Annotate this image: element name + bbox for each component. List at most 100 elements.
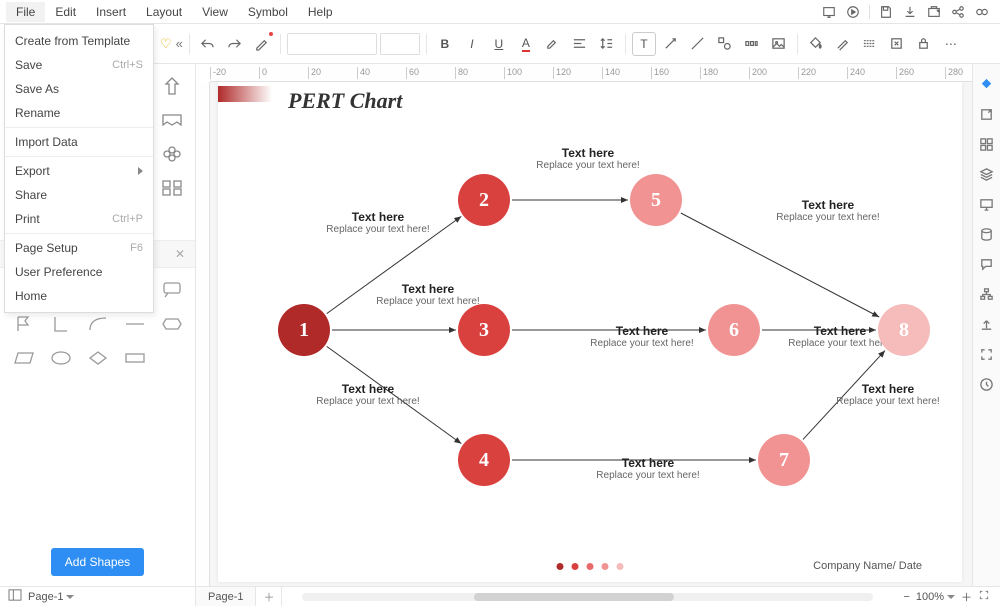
edge-label[interactable]: Text hereReplace your text here!: [758, 198, 898, 223]
distribute-button[interactable]: [740, 32, 764, 56]
chat-icon[interactable]: [977, 254, 997, 274]
pert-flag[interactable]: [8, 310, 39, 338]
play-icon[interactable]: [841, 2, 865, 22]
favorite-icon[interactable]: ♡: [160, 36, 172, 52]
file-save-as[interactable]: Save As: [5, 77, 153, 101]
upload-icon[interactable]: [977, 314, 997, 334]
pert-hex[interactable]: [156, 310, 187, 338]
image-button[interactable]: [767, 32, 791, 56]
pert-para[interactable]: [8, 344, 39, 372]
collapse-left-icon[interactable]: «: [176, 36, 183, 51]
file-home[interactable]: Home: [5, 284, 153, 308]
page-footer-text[interactable]: Company Name/ Date: [813, 560, 922, 572]
menu-file[interactable]: File: [6, 2, 45, 22]
file-create-from-template[interactable]: Create from Template: [5, 29, 153, 53]
edge-label[interactable]: Text hereReplace your text here!: [518, 146, 658, 171]
pert-rect[interactable]: [119, 344, 150, 372]
page-tab-1[interactable]: Page-1: [196, 587, 256, 606]
highlight-button[interactable]: [541, 32, 565, 56]
menu-symbol[interactable]: Symbol: [238, 2, 298, 22]
file-share[interactable]: Share: [5, 183, 153, 207]
font-size-input[interactable]: [380, 33, 420, 55]
pert-node-4[interactable]: 4: [458, 434, 510, 486]
lock-button[interactable]: [912, 32, 936, 56]
edge-label[interactable]: Text hereReplace your text here!: [572, 324, 712, 349]
shapes-button[interactable]: [713, 32, 737, 56]
align-button[interactable]: [568, 32, 592, 56]
fullscreen-icon[interactable]: [978, 589, 990, 604]
edge-label[interactable]: Text hereReplace your text here!: [578, 456, 718, 481]
pert-node-6[interactable]: 6: [708, 304, 760, 356]
more-button[interactable]: ⋯: [939, 32, 963, 56]
layers-icon[interactable]: [977, 164, 997, 184]
fill-color-button[interactable]: [804, 32, 828, 56]
org-icon[interactable]: [977, 284, 997, 304]
edge-label[interactable]: Text hereReplace your text here!: [298, 382, 438, 407]
edge-label[interactable]: Text hereReplace your text here!: [358, 282, 498, 307]
line-button[interactable]: [686, 32, 710, 56]
page-layout-icon[interactable]: [8, 589, 22, 604]
file-print[interactable]: PrintCtrl+P: [5, 207, 153, 231]
share-icon[interactable]: [946, 2, 970, 22]
redo-button[interactable]: [223, 32, 247, 56]
file-user-preference[interactable]: User Preference: [5, 260, 153, 284]
pert-node-2[interactable]: 2: [458, 174, 510, 226]
history-icon[interactable]: [977, 374, 997, 394]
pert-panel-close[interactable]: ✕: [175, 247, 185, 261]
horizontal-scrollbar[interactable]: [302, 593, 873, 601]
presentation-icon[interactable]: [817, 2, 841, 22]
pert-node-8[interactable]: 8: [878, 304, 930, 356]
pert-node-5[interactable]: 5: [630, 174, 682, 226]
file-page-setup[interactable]: Page SetupF6: [5, 236, 153, 260]
menu-edit[interactable]: Edit: [45, 2, 86, 22]
data-icon[interactable]: [977, 224, 997, 244]
underline-button[interactable]: U: [487, 32, 511, 56]
edge-label[interactable]: Text hereReplace your text here!: [818, 382, 958, 407]
file-rename[interactable]: Rename: [5, 101, 153, 125]
save-icon[interactable]: [874, 2, 898, 22]
pert-ellipse[interactable]: [45, 344, 76, 372]
line-color-button[interactable]: [831, 32, 855, 56]
shape-flower[interactable]: [156, 140, 187, 168]
clear-format-button[interactable]: [885, 32, 909, 56]
pert-callout[interactable]: [156, 276, 187, 304]
font-name-input[interactable]: [287, 33, 377, 55]
page[interactable]: PERT Chart Text hereReplace your text he…: [218, 82, 962, 582]
shape-arrow-up[interactable]: [156, 72, 187, 100]
zoom-out-button[interactable]: −: [903, 591, 909, 603]
file-save[interactable]: SaveCtrl+S: [5, 53, 153, 77]
text-tool-button[interactable]: T: [632, 32, 656, 56]
shape-grid[interactable]: [156, 174, 187, 202]
pert-node-7[interactable]: 7: [758, 434, 810, 486]
download-icon[interactable]: [898, 2, 922, 22]
slideshow-icon[interactable]: [977, 194, 997, 214]
grid-icon[interactable]: [977, 134, 997, 154]
fill-icon[interactable]: [977, 74, 997, 94]
canvas[interactable]: PERT Chart Text hereReplace your text he…: [210, 82, 972, 586]
edge-label[interactable]: Text hereReplace your text here!: [308, 210, 448, 235]
zoom-in-button[interactable]: ＋: [961, 589, 972, 605]
font-color-button[interactable]: A: [514, 32, 538, 56]
open-icon[interactable]: [922, 2, 946, 22]
pert-bracket[interactable]: [45, 310, 76, 338]
line-spacing-button[interactable]: [595, 32, 619, 56]
connector-button[interactable]: [659, 32, 683, 56]
add-shapes-button[interactable]: Add Shapes: [51, 548, 144, 576]
menu-help[interactable]: Help: [298, 2, 343, 22]
settings-icon[interactable]: [970, 2, 994, 22]
file-import-data[interactable]: Import Data: [5, 130, 153, 154]
menu-insert[interactable]: Insert: [86, 2, 136, 22]
export-icon[interactable]: [977, 104, 997, 124]
undo-button[interactable]: [196, 32, 220, 56]
pert-curve[interactable]: [82, 310, 113, 338]
format-painter-button[interactable]: [250, 32, 274, 56]
menu-layout[interactable]: Layout: [136, 2, 192, 22]
pert-node-1[interactable]: 1: [278, 304, 330, 356]
zoom-level[interactable]: 100%: [916, 591, 955, 603]
page-selector[interactable]: Page-1: [28, 591, 74, 603]
pert-node-3[interactable]: 3: [458, 304, 510, 356]
bold-button[interactable]: B: [433, 32, 457, 56]
expand-icon[interactable]: [977, 344, 997, 364]
pert-line[interactable]: [119, 310, 150, 338]
menu-view[interactable]: View: [192, 2, 238, 22]
